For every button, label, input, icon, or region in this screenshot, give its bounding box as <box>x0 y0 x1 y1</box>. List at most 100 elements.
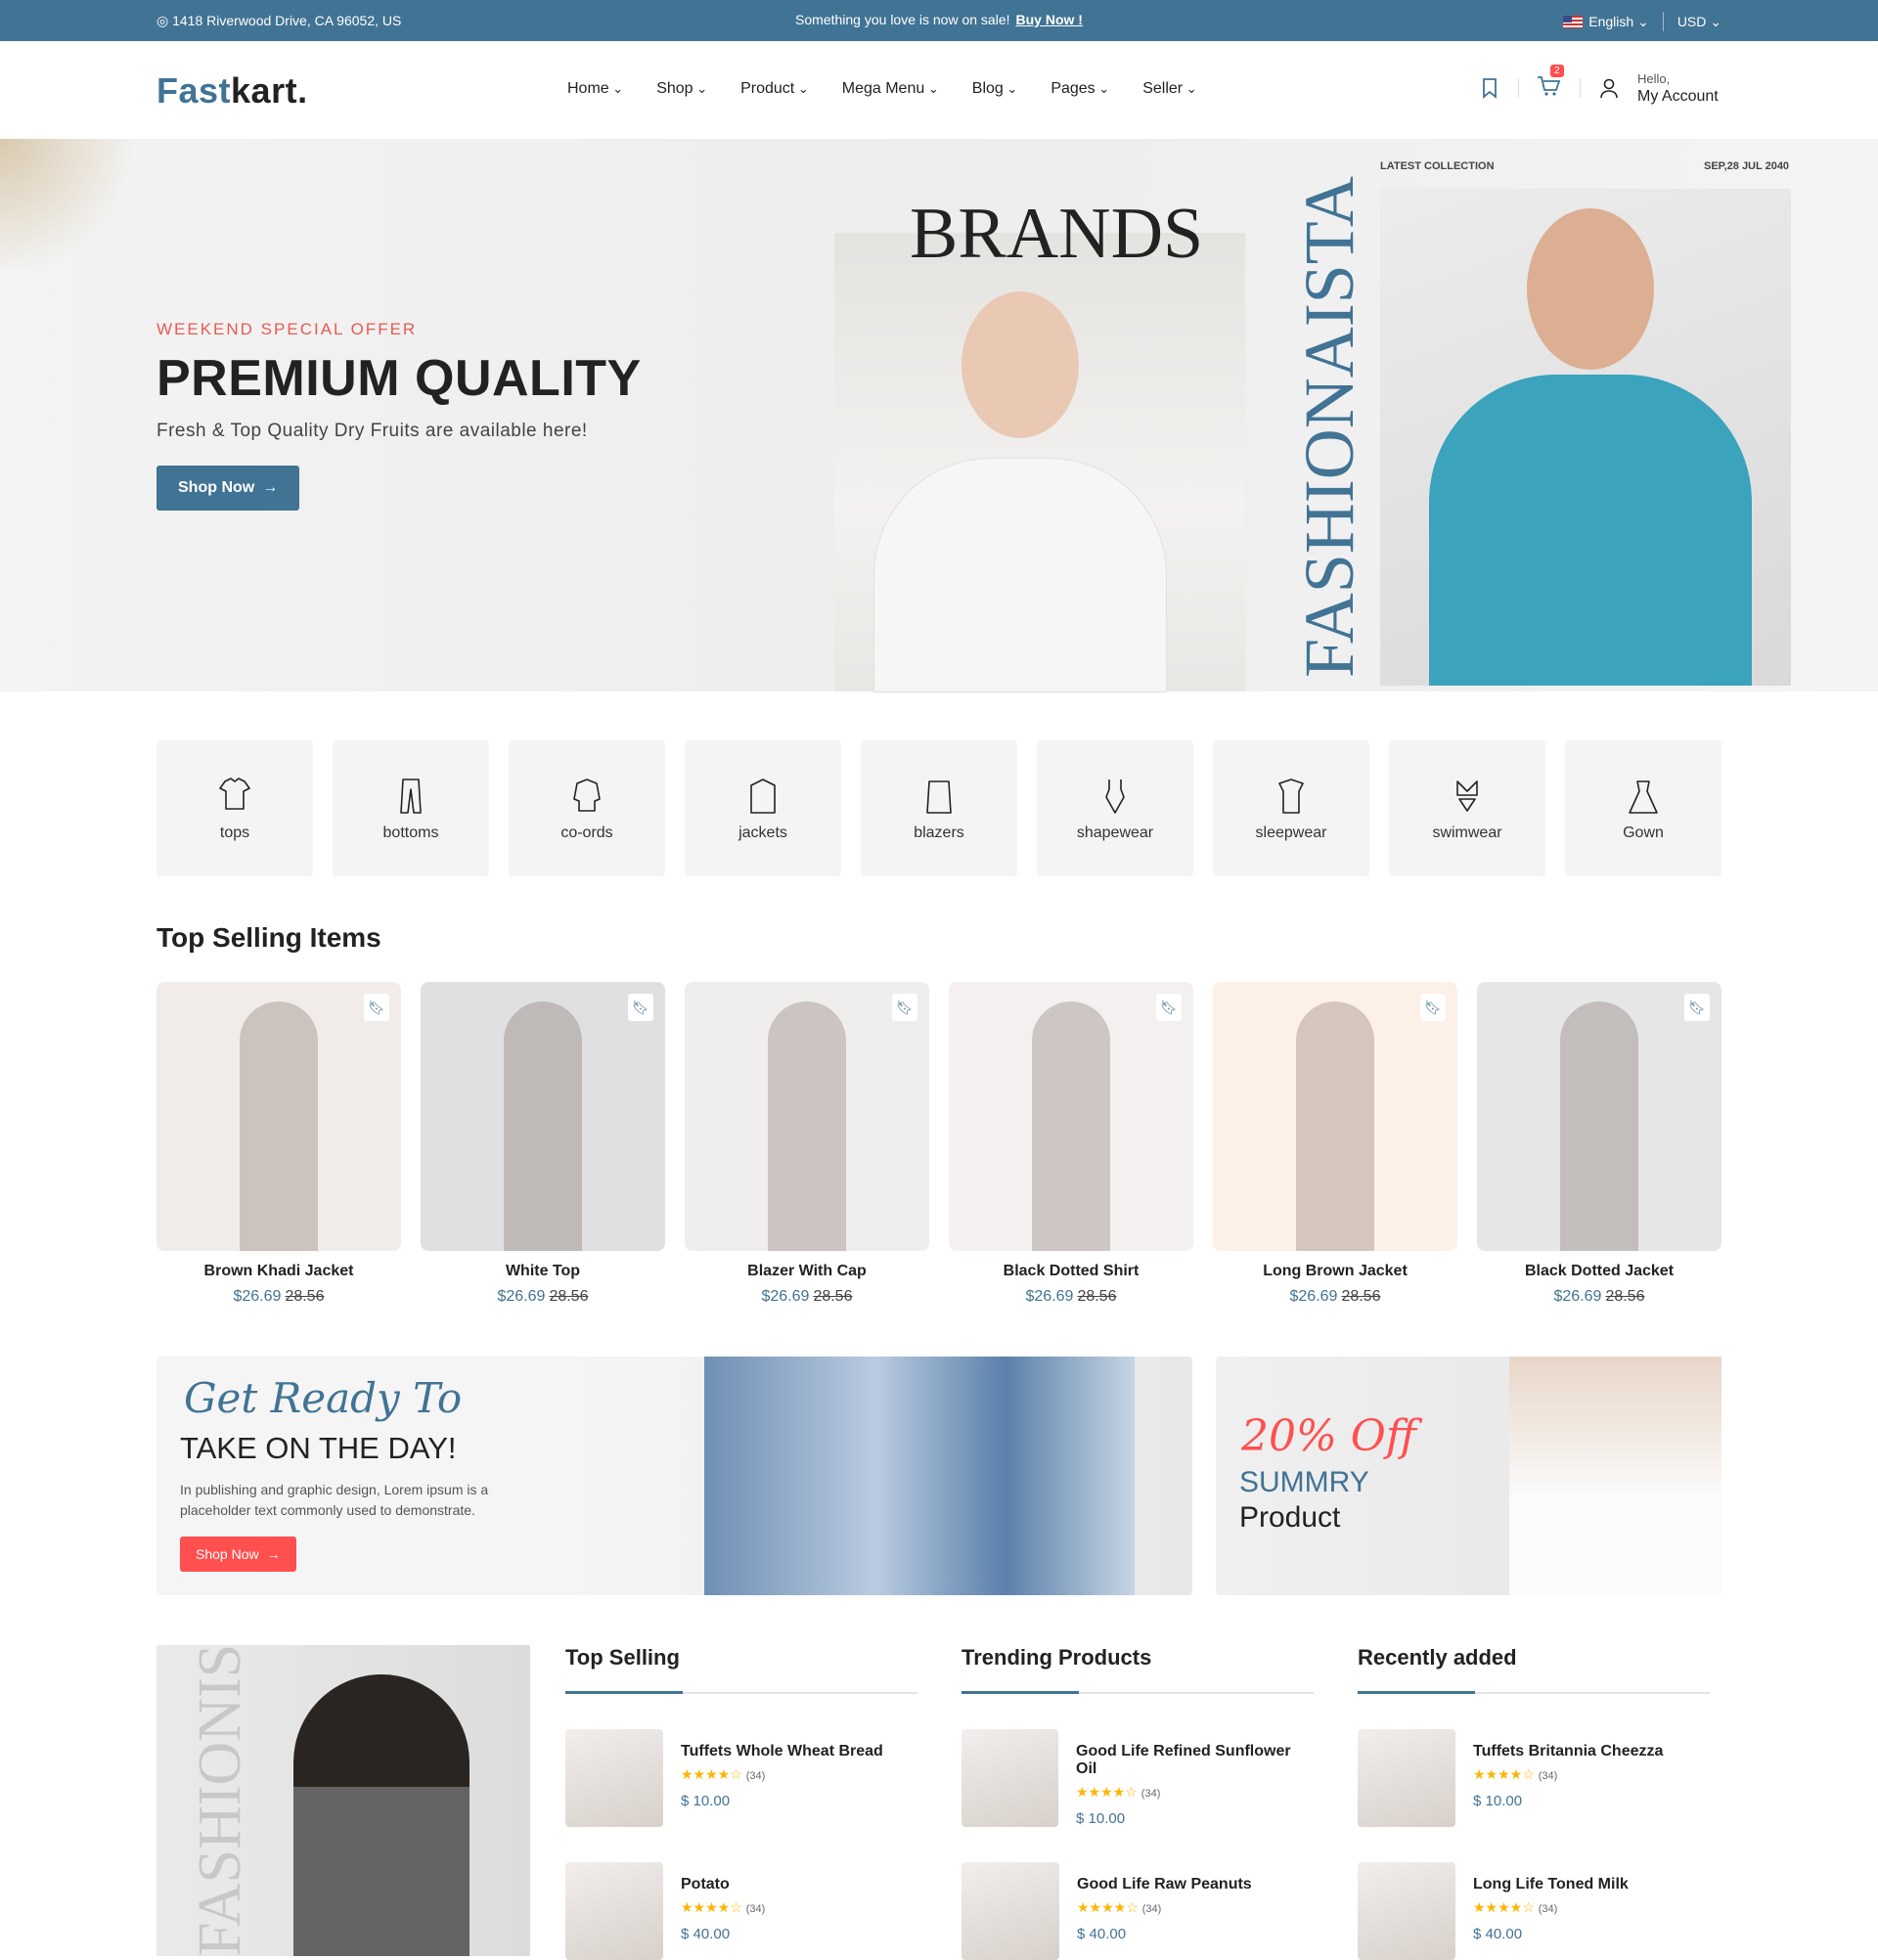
product-card[interactable]: 🔖︎ Black Dotted Jacket $26.69 28.56 <box>1477 982 1722 1306</box>
blazers-icon <box>926 780 952 814</box>
cart-button[interactable]: 2 <box>1537 64 1564 103</box>
category-shapewear[interactable]: shapewear <box>1037 740 1193 876</box>
product-name[interactable]: Brown Khadi Jacket <box>156 1263 401 1280</box>
nav-blog[interactable]: Blog <box>972 80 1018 98</box>
product-list-trending-products: Trending Products Good Life Refined Sunfl… <box>961 1645 1314 1960</box>
product-card[interactable]: 🔖︎ Black Dotted Shirt $26.69 28.56 <box>949 982 1193 1306</box>
main-nav: Home Shop Product Mega Menu Blog Pages S… <box>567 80 1197 98</box>
product-name[interactable]: Black Dotted Shirt <box>949 1263 1193 1280</box>
product-image[interactable]: 🔖︎ <box>1477 982 1722 1251</box>
wishlist-icon[interactable]: 🔖︎ <box>1684 994 1710 1021</box>
nav-pages[interactable]: Pages <box>1051 80 1109 98</box>
hero-eyebrow: WEEKEND SPECIAL OFFER <box>156 320 418 338</box>
promo-banner-summer: 20% Off SUMMRY Product <box>1216 1357 1722 1595</box>
product-image[interactable]: 🔖︎ <box>949 982 1193 1251</box>
product-card[interactable]: 🔖︎ Long Brown Jacket $26.69 28.56 <box>1213 982 1457 1306</box>
category-bottoms[interactable]: bottoms <box>333 740 489 876</box>
wishlist-icon[interactable]: 🔖︎ <box>1156 994 1182 1021</box>
category-sleepwear[interactable]: sleepwear <box>1213 740 1369 876</box>
swimwear-icon <box>1456 780 1478 812</box>
list-item[interactable]: Tuffets Britannia Cheezza ★★★★☆ (34) $ 10.0… <box>1358 1729 1710 1827</box>
product-image[interactable]: 🔖︎ <box>156 982 401 1251</box>
category-gown[interactable]: Gown <box>1565 740 1722 876</box>
product-list-recently-added: Recently added Tuffets Britannia Cheezza ★… <box>1358 1645 1710 1960</box>
product-image[interactable]: 🔖︎ <box>685 982 929 1251</box>
hero-shop-now-button[interactable]: Shop Now → <box>156 466 300 511</box>
account-link[interactable]: Hello, My Account <box>1637 70 1719 106</box>
nav-seller[interactable]: Seller <box>1142 80 1196 98</box>
product-thumbnail[interactable] <box>1358 1729 1455 1827</box>
category-swimwear[interactable]: swimwear <box>1389 740 1545 876</box>
latest-collection-label: LATEST COLLECTION <box>1380 160 1495 172</box>
column-title: Top Selling <box>565 1645 680 1670</box>
title-underline <box>961 1691 1314 1694</box>
wishlist-icon[interactable]: 🔖︎ <box>628 994 653 1021</box>
bookmark-icon[interactable] <box>1479 76 1500 100</box>
rating-stars-icon: ★★★★☆ (34) <box>681 1766 766 1782</box>
hero-title: PREMIUM QUALITY <box>156 350 642 407</box>
category-blazers[interactable]: blazers <box>861 740 1017 876</box>
currency-select[interactable]: USD ⌄ <box>1677 14 1722 30</box>
product-thumbnail[interactable] <box>1358 1862 1455 1960</box>
rating-stars-icon: ★★★★☆ (34) <box>1076 1784 1161 1800</box>
banner-title: TAKE ON THE DAY! <box>180 1431 457 1465</box>
banner-text: In publishing and graphic design, Lorem … <box>180 1482 489 1518</box>
wishlist-icon[interactable]: 🔖︎ <box>1420 994 1446 1021</box>
list-item[interactable]: Tuffets Whole Wheat Bread ★★★★☆ (34) $ 10.0… <box>565 1729 917 1827</box>
palm-leaf-decoration <box>0 139 137 276</box>
rating-stars-icon: ★★★★☆ (34) <box>681 1899 766 1915</box>
product-name[interactable]: Blazer With Cap <box>685 1263 929 1280</box>
product-image[interactable]: 🔖︎ <box>421 982 665 1251</box>
language-select[interactable]: English ⌄ <box>1563 14 1649 30</box>
promo-banner-get-ready: Get Ready To TAKE ON THE DAY! In publish… <box>156 1357 1192 1595</box>
category-co-ords[interactable]: co-ords <box>509 740 665 876</box>
banner-shop-now-button[interactable]: Shop Now → <box>180 1537 296 1572</box>
rating-stars-icon: ★★★★☆ (34) <box>1077 1899 1162 1915</box>
product-thumbnail[interactable] <box>961 1729 1059 1827</box>
top-bar: ◎ 1418 Riverwood Drive, CA 96052, US Som… <box>0 0 1878 41</box>
wishlist-icon[interactable]: 🔖︎ <box>892 994 917 1021</box>
product-name[interactable]: White Top <box>421 1263 665 1280</box>
group-of-women-image <box>704 1357 1135 1595</box>
cart-icon <box>1538 75 1561 96</box>
co-ords-icon <box>573 779 601 812</box>
title-underline <box>565 1691 917 1694</box>
product-name[interactable]: Long Brown Jacket <box>1213 1263 1457 1280</box>
list-item[interactable]: Good Life Raw Peanuts ★★★★☆ (34) $ 40.00 <box>961 1862 1314 1960</box>
product-image[interactable]: 🔖︎ <box>1213 982 1457 1251</box>
nav-home[interactable]: Home <box>567 80 623 98</box>
category-tops[interactable]: tops <box>156 740 313 876</box>
list-item[interactable]: Long Life Toned Milk ★★★★☆ (34) $ 40.00 <box>1358 1862 1710 1960</box>
nav-mega-menu[interactable]: Mega Menu <box>842 80 939 98</box>
product-card[interactable]: 🔖︎ Blazer With Cap $26.69 28.56 <box>685 982 929 1306</box>
side-banner-image: FASHIONIS <box>156 1644 530 1956</box>
man-model-image <box>1380 189 1791 686</box>
wishlist-icon[interactable]: 🔖︎ <box>364 994 389 1021</box>
title-underline <box>1358 1691 1710 1694</box>
product-thumbnail[interactable] <box>961 1862 1059 1960</box>
sleepwear-icon <box>1278 779 1304 814</box>
product-name[interactable]: Black Dotted Jacket <box>1477 1263 1722 1280</box>
rating-stars-icon: ★★★★☆ (34) <box>1473 1899 1558 1915</box>
divider <box>1662 12 1664 31</box>
product-card[interactable]: 🔖︎ White Top $26.69 28.56 <box>421 982 665 1306</box>
hero-subtitle: Fresh & Top Quality Dry Fruits are avail… <box>156 421 588 441</box>
nav-shop[interactable]: Shop <box>656 80 707 98</box>
divider <box>1518 78 1519 98</box>
tops-icon <box>219 778 250 810</box>
product-price: $26.69 28.56 <box>1289 1288 1381 1305</box>
buy-now-link[interactable]: Buy Now ! <box>1016 12 1083 27</box>
list-item[interactable]: Potato ★★★★☆ (34) $ 40.00 <box>565 1862 917 1960</box>
banner-script-title: Get Ready To <box>184 1374 463 1422</box>
category-jackets[interactable]: jackets <box>685 740 841 876</box>
product-thumbnail[interactable] <box>565 1729 663 1827</box>
logo[interactable]: Fastkart. <box>156 70 308 111</box>
user-icon[interactable] <box>1598 76 1620 100</box>
product-thumbnail[interactable] <box>565 1862 663 1960</box>
product-card[interactable]: 🔖︎ Brown Khadi Jacket $26.69 28.56 <box>156 982 401 1306</box>
list-item[interactable]: Good Life Refined Sunflower Oil ★★★★☆ (34)… <box>961 1729 1314 1827</box>
nav-product[interactable]: Product <box>740 80 809 98</box>
banner-line1: SUMMRY <box>1239 1466 1369 1498</box>
arrow-right-icon: → <box>262 479 279 496</box>
arrow-right-icon: → <box>266 1546 281 1562</box>
